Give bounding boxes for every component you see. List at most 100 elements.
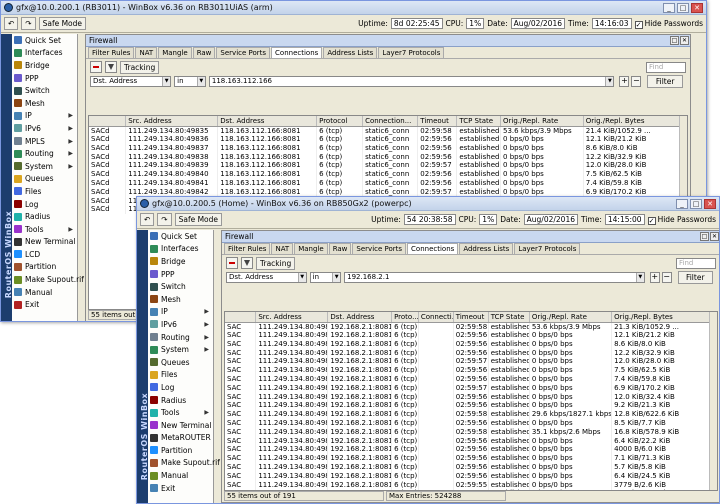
menu-item-manual[interactable]: Manual — [12, 286, 77, 299]
tab-mangle[interactable]: Mangle — [158, 47, 192, 58]
menu-item-exit[interactable]: Exit — [12, 298, 77, 311]
column-header[interactable]: Orig./Repl. Rate — [529, 312, 613, 323]
column-header[interactable]: Dst. Address — [217, 116, 318, 127]
tracking-button[interactable]: Tracking — [256, 256, 296, 270]
tab-layer7-protocols[interactable]: Layer7 Protocols — [378, 47, 445, 58]
menu-item-ppp[interactable]: PPP — [148, 268, 213, 281]
remove-filter-button[interactable]: − — [631, 76, 642, 87]
menu-item-system[interactable]: System ▶ — [148, 343, 213, 356]
column-header[interactable]: Connecti... — [418, 312, 454, 323]
menu-item-tools[interactable]: Tools ▶ — [12, 223, 77, 236]
column-header[interactable] — [89, 116, 127, 127]
table-row[interactable]: SACd 111.249.134.80:49837 118.163.112.166:… — [89, 143, 686, 153]
column-header[interactable] — [225, 312, 257, 323]
table-row[interactable]: SAC111.249.134.80:49843192.168.2.1:80816… — [225, 392, 715, 402]
menu-item-new-terminal[interactable]: New Terminal — [148, 419, 213, 432]
remove-button[interactable] — [226, 257, 238, 269]
menu-item-make-supout-rif[interactable]: Make Supout.rif — [12, 273, 84, 286]
column-header[interactable]: Orig./Repl. Rate — [500, 116, 584, 127]
table-row[interactable]: SAC111.249.134.80:49836192.168.2.1:80816… — [225, 330, 715, 340]
menu-item-radius[interactable]: Radius — [148, 394, 213, 407]
table-row[interactable]: SAC111.249.134.80:49853192.168.2.1:80816… — [225, 480, 715, 490]
menu-item-partition[interactable]: Partition — [148, 444, 213, 457]
menu-item-switch[interactable]: Switch — [12, 84, 77, 97]
safe-mode-button[interactable]: Safe Mode — [174, 213, 223, 226]
menu-item-quick-set[interactable]: Quick Set — [12, 34, 77, 47]
safe-mode-button[interactable]: Safe Mode — [38, 17, 87, 30]
redo-button[interactable]: ↷ — [157, 213, 172, 226]
column-header[interactable]: Protocol — [316, 116, 364, 127]
restore-button[interactable]: □ — [670, 36, 679, 45]
table-row[interactable]: SAC111.249.134.80:49851192.168.2.1:80816… — [225, 462, 715, 472]
close-button[interactable]: ✕ — [680, 36, 689, 45]
firewall-title-bar[interactable]: Firewall □ ✕ — [222, 231, 719, 243]
table-row[interactable]: SACd 111.249.134.80:49835 118.163.112.166:… — [89, 126, 686, 135]
tab-address-lists[interactable]: Address Lists — [323, 47, 378, 58]
menu-item-ip[interactable]: IP ▶ — [12, 110, 77, 123]
menu-item-mesh[interactable]: Mesh — [148, 293, 213, 306]
tracking-button[interactable]: Tracking — [120, 60, 160, 74]
table-row[interactable]: SAC111.249.134.80:49841192.168.2.1:80816… — [225, 374, 715, 384]
menu-item-partition[interactable]: Partition — [12, 261, 77, 274]
column-header[interactable]: Timeout — [453, 312, 489, 323]
table-row[interactable]: SACd 111.249.134.80:49841 118.163.112.166:… — [89, 178, 686, 188]
find-input[interactable]: Find — [676, 257, 716, 269]
table-row[interactable]: SAC111.249.134.80:49840192.168.2.1:80816… — [225, 366, 715, 375]
menu-item-manual[interactable]: Manual — [148, 469, 213, 482]
menu-item-queues[interactable]: Queues — [12, 173, 77, 186]
menu-item-mesh[interactable]: Mesh — [12, 97, 77, 110]
tab-raw[interactable]: Raw — [328, 243, 352, 254]
vertical-scrollbar[interactable] — [709, 312, 717, 490]
table-row[interactable]: SAC111.249.134.80:49849192.168.2.1:80816… — [225, 445, 715, 455]
table-row[interactable]: SAC111.249.134.80:49839192.168.2.1:80816… — [225, 357, 715, 367]
title-bar[interactable]: gfx@10.0.200.1 (RB3011) - WinBox v6.36 o… — [1, 1, 706, 15]
menu-item-log[interactable]: Log — [148, 381, 213, 394]
minimize-button[interactable]: _ — [663, 2, 675, 13]
table-row[interactable]: SACd 111.249.134.80:49838 118.163.112.166:… — [89, 152, 686, 162]
menu-item-system[interactable]: System ▶ — [12, 160, 77, 173]
title-bar[interactable]: gfx@10.0.200.5 (Home) - WinBox v6.36 on … — [137, 197, 719, 211]
table-row[interactable]: SAC111.249.134.80:49850192.168.2.1:80816… — [225, 454, 715, 463]
column-header[interactable]: Src. Address — [125, 116, 219, 127]
menu-item-tools[interactable]: Tools ▶ — [148, 406, 213, 419]
table-row[interactable]: SAC111.249.134.80:49844192.168.2.1:80816… — [225, 401, 715, 411]
menu-item-files[interactable]: Files — [148, 369, 213, 382]
menu-item-log[interactable]: Log — [12, 198, 77, 211]
menu-item-interfaces[interactable]: Interfaces — [12, 47, 77, 60]
tab-nat[interactable]: NAT — [271, 243, 294, 254]
close-button[interactable]: ✕ — [704, 198, 716, 209]
close-button[interactable]: ✕ — [710, 232, 719, 241]
menu-item-interfaces[interactable]: Interfaces — [148, 243, 213, 256]
column-header[interactable]: Proto... — [391, 312, 419, 323]
tab-service-ports[interactable]: Service Ports — [352, 243, 407, 254]
column-header[interactable]: Dst. Address — [327, 312, 393, 323]
menu-item-exit[interactable]: Exit — [148, 482, 213, 495]
filter-button[interactable]: Filter — [647, 75, 683, 88]
table-row[interactable]: SAC111.249.134.80:49852192.168.2.1:80816… — [225, 471, 715, 481]
filter-toggle-button[interactable] — [241, 257, 253, 269]
tab-nat[interactable]: NAT — [135, 47, 158, 58]
column-header[interactable]: Timeout — [417, 116, 458, 127]
table-row[interactable]: SAC111.249.134.80:49842192.168.2.1:80816… — [225, 383, 715, 393]
menu-item-ip[interactable]: IP ▶ — [148, 306, 213, 319]
undo-button[interactable]: ↶ — [140, 213, 155, 226]
redo-button[interactable]: ↷ — [21, 17, 36, 30]
filter-field-select[interactable]: Dst. Address ▼ — [90, 76, 172, 87]
menu-item-files[interactable]: Files — [12, 185, 77, 198]
tab-filter-rules[interactable]: Filter Rules — [88, 47, 135, 58]
tab-layer7-protocols[interactable]: Layer7 Protocols — [514, 243, 581, 254]
table-row[interactable]: SAC111.249.134.80:49838192.168.2.1:80816… — [225, 348, 715, 358]
filter-field-select[interactable]: Dst. Address ▼ — [226, 272, 307, 283]
restore-button[interactable]: □ — [700, 232, 709, 241]
filter-value-input[interactable]: 118.163.112.166 ▼ — [208, 76, 615, 87]
menu-item-metarouter[interactable]: MetaROUTER — [148, 432, 213, 445]
menu-item-ppp[interactable]: PPP — [12, 72, 77, 85]
column-header[interactable]: Orig./Repl. Bytes — [611, 312, 715, 323]
table-row[interactable]: SAC111.249.134.80:49845192.168.2.1:80816… — [225, 410, 715, 419]
filter-operator-select[interactable]: in ▼ — [174, 76, 206, 87]
menu-item-mpls[interactable]: MPLS ▶ — [12, 135, 77, 148]
menu-item-make-supout-rif[interactable]: Make Supout.rif — [148, 457, 220, 470]
tab-raw[interactable]: Raw — [192, 47, 216, 58]
menu-item-new-terminal[interactable]: New Terminal — [12, 236, 77, 249]
hide-passwords-checkbox[interactable]: ✓ Hide Passwords — [647, 215, 716, 225]
